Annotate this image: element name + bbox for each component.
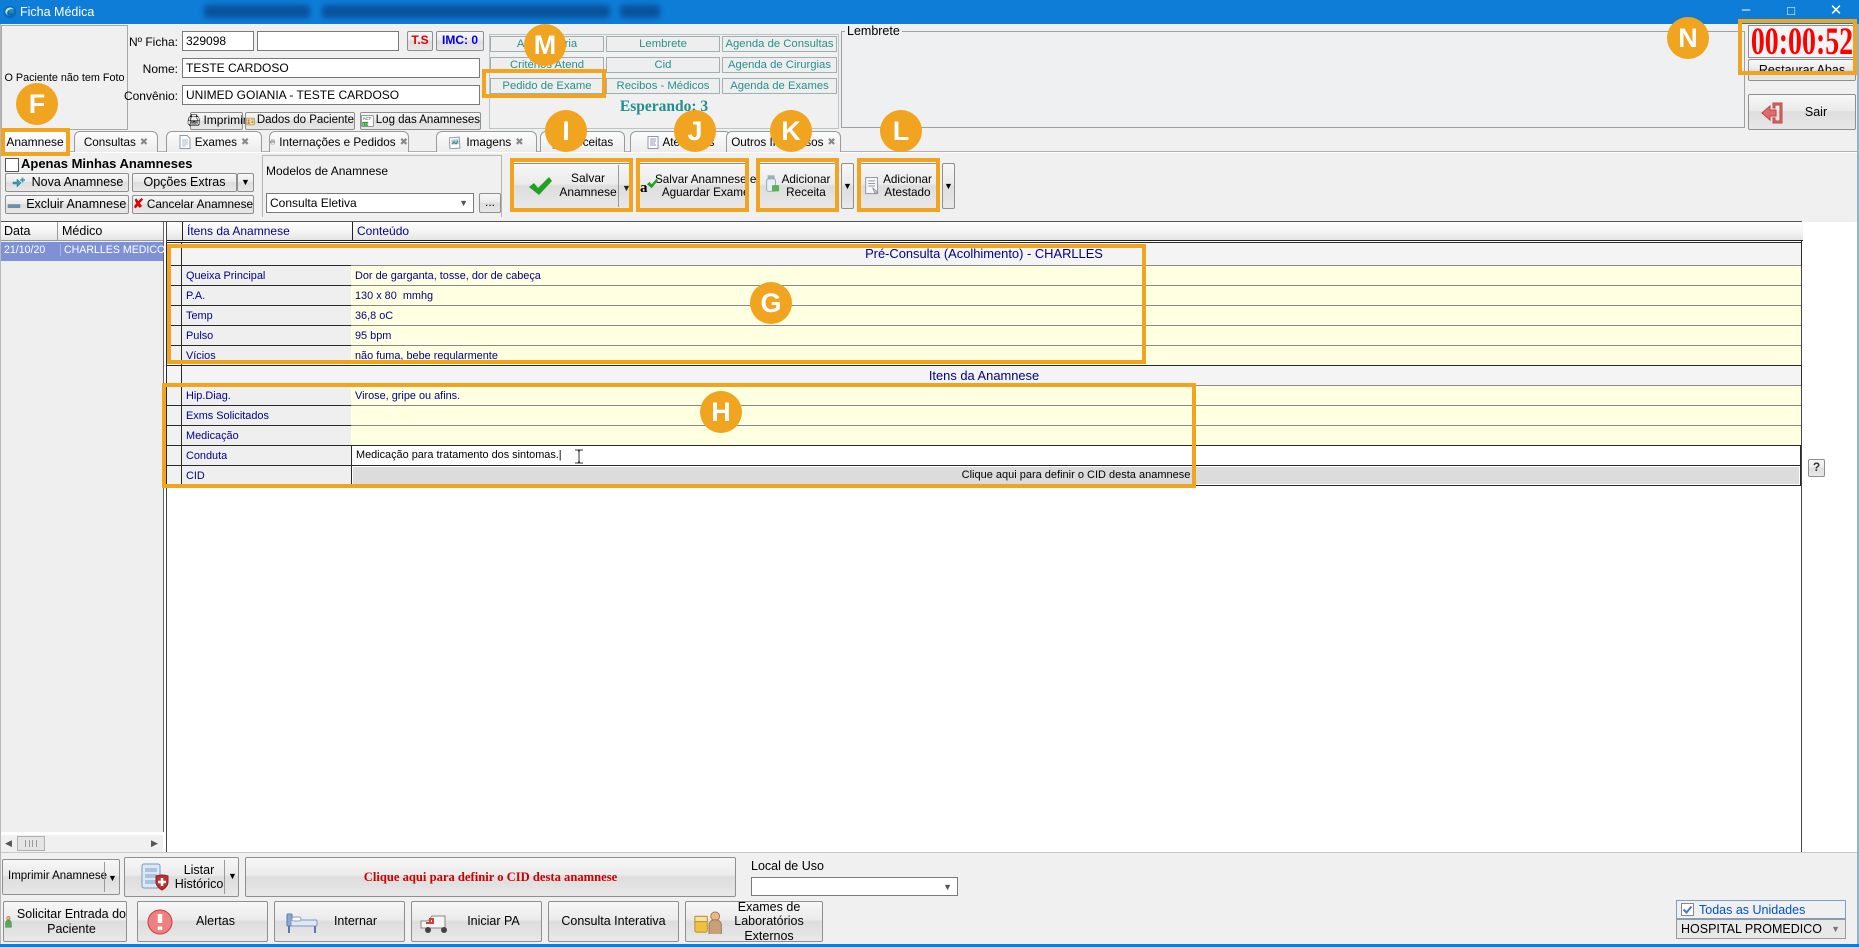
svg-text:ACT: ACT xyxy=(363,116,372,121)
svg-text:LOG: LOG xyxy=(363,123,371,127)
